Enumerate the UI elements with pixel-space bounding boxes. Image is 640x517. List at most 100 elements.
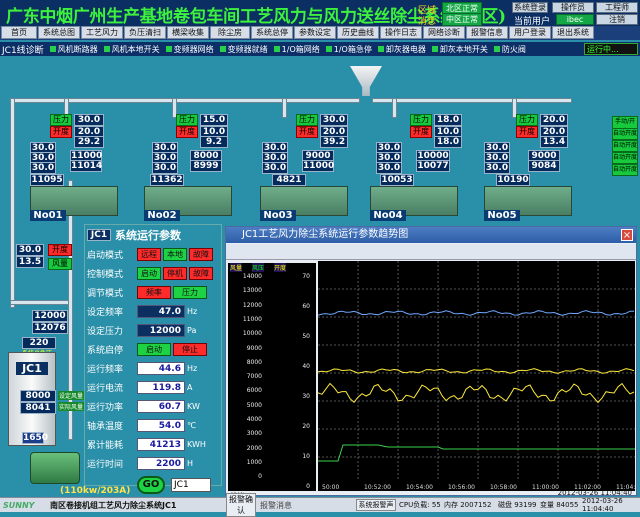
logout-button[interactable]: 注销	[596, 14, 638, 25]
legend-item: 风机断路器	[49, 44, 98, 55]
r-tick-label: 50	[302, 333, 310, 340]
y-tick-label: 9000	[246, 344, 262, 352]
status-indicator-icon	[377, 46, 384, 52]
set-pressure-input[interactable]: 12000	[137, 323, 185, 337]
x-tick-label: 10:56:00	[448, 484, 475, 491]
pressure-tag: 压力	[296, 114, 318, 126]
flow-total: 10053	[380, 174, 414, 186]
menu-home[interactable]: 首页	[1, 26, 37, 39]
line-select[interactable]: JC1	[171, 478, 211, 492]
set-freq-input[interactable]: 47.0	[137, 304, 185, 318]
menu-network[interactable]: 网络诊断	[423, 26, 465, 39]
pressure-mode-button[interactable]: 压力	[173, 285, 207, 299]
menu-process-wind[interactable]: 工艺风力	[81, 26, 123, 39]
mode-button[interactable]: 自动开度	[612, 152, 638, 164]
menu-overview[interactable]: 系统总图	[38, 26, 80, 39]
system-params-panel: JC1 系统运行参数 启动模式 远程 本地 故障 控制模式 启动 停机 故障 调…	[84, 224, 222, 494]
opening-tag: 开度	[296, 126, 318, 138]
system-stop-button[interactable]: 停止	[173, 342, 207, 356]
local-button[interactable]: 本地	[163, 247, 187, 261]
trend-window: JC1工艺风力除尘系统运行参数趋势图 × 风量 风压 开度 14000 13000…	[225, 226, 637, 500]
set-pressure-label: 设定压力	[87, 326, 124, 337]
series-line	[318, 382, 635, 404]
menu-bar: 首页 系统总图 工艺风力 负压清扫 横梁收集 除尘房 系统总停 参数设定 历史曲…	[0, 26, 640, 40]
return-duct	[10, 98, 15, 308]
start-button[interactable]: 启动	[137, 266, 161, 280]
r-tick-label: 20	[302, 423, 310, 430]
pressure-setpoint[interactable]: 15.0	[200, 114, 228, 126]
pressure-setpoint[interactable]: 30.0	[320, 114, 348, 126]
alarm-ack-button[interactable]: 报警确认	[226, 493, 256, 517]
adjust-mode-label: 调节模式	[87, 288, 124, 299]
menu-param-set[interactable]: 参数设定	[294, 26, 336, 39]
pressure-setpoint[interactable]: 30.0	[74, 114, 104, 126]
freq-value: 30.0	[30, 162, 56, 174]
close-icon[interactable]: ×	[621, 229, 633, 241]
legend-item: 风机本地开关	[103, 44, 160, 55]
mode-button[interactable]: 自动开度	[612, 164, 638, 176]
run-status-button[interactable]: 运行中...	[584, 43, 638, 55]
y-tick-label: 1000	[246, 458, 262, 466]
menu-exit[interactable]: 退出系统	[552, 26, 594, 39]
menu-negative-clean[interactable]: 负压清扫	[124, 26, 166, 39]
y-tick-label: 10000	[242, 330, 262, 338]
status-indicator-icon	[219, 46, 226, 52]
flow-actual: 8041	[20, 402, 56, 414]
param-value: 54.0	[137, 418, 185, 432]
flow-total: 11362	[150, 174, 184, 186]
flow-total: 11095	[30, 174, 64, 186]
clock: 2012-03-26 11:04:40	[582, 497, 623, 513]
pressure-setpoint[interactable]: 20.0	[540, 114, 568, 126]
frequency-mode-button[interactable]: 频率	[137, 285, 171, 299]
param-label: 运行频率	[87, 364, 124, 375]
system-login-button[interactable]: 系统登录	[512, 2, 548, 13]
param-unit: KW	[187, 401, 200, 411]
y-tick-label: 7000	[246, 373, 262, 381]
legend-item: 1/O箱网络	[273, 44, 320, 55]
remote-button[interactable]: 远程	[137, 247, 161, 261]
stop-button[interactable]: 停机	[163, 266, 187, 280]
menu-oplog[interactable]: 操作日志	[380, 26, 422, 39]
start-mode-label: 启动模式	[87, 250, 124, 261]
menu-user-login[interactable]: 用户登录	[509, 26, 551, 39]
flow-setpoint[interactable]: 12000	[32, 310, 68, 322]
branch-duct	[282, 98, 287, 118]
flow-setpoint[interactable]: 8000	[20, 390, 56, 402]
system-start-button[interactable]: 启动	[137, 342, 171, 356]
series-tab[interactable]: 风压	[252, 263, 265, 272]
menu-dust-room[interactable]: 除尘房	[210, 26, 250, 39]
control-mode-label: 控制模式	[87, 269, 124, 280]
menu-system-stop[interactable]: 系统总停	[251, 26, 293, 39]
left-open-value: 13.5	[16, 256, 44, 268]
pressure-setpoint[interactable]: 18.0	[434, 114, 462, 126]
param-value: 119.8	[137, 380, 185, 394]
unit-label: No05	[484, 210, 520, 221]
go-button[interactable]: GO	[137, 476, 165, 494]
alarm-sound-button[interactable]: 系统报警声	[356, 499, 396, 511]
series-tab[interactable]: 风量	[230, 263, 243, 272]
r-tick-label: 70	[302, 273, 310, 280]
flow-total: 10190	[496, 174, 530, 186]
menu-history[interactable]: 历史曲线	[337, 26, 379, 39]
param-label: 轴承温度	[87, 421, 124, 432]
series-tab[interactable]: 开度	[274, 263, 287, 272]
param-value: 60.7	[137, 399, 185, 413]
series-line	[318, 310, 634, 316]
engineer-button[interactable]: 工程师	[596, 2, 638, 13]
left-freq-value: 30.0	[16, 244, 44, 256]
pressure-actual: 9.2	[200, 136, 228, 148]
unit-no01: 压力 30.0 开度 20.0 29.2 30.0 30.0 30.0 1100…	[22, 98, 122, 223]
operator-button[interactable]: 操作员	[552, 2, 594, 13]
pressure-tag: 压力	[176, 114, 198, 126]
mode-button[interactable]: 自动开度	[612, 140, 638, 152]
right-axis-ticks: 70 60 50 40 30 20 10 0	[280, 273, 310, 490]
mode-button[interactable]: 自动开度	[612, 128, 638, 140]
unit-label: No03	[260, 210, 296, 221]
pressure-unit: Pa	[187, 325, 197, 335]
menu-beam-collect[interactable]: 横梁收集	[167, 26, 209, 39]
x-tick-label: 10:54:00	[406, 484, 433, 491]
param-unit: H	[187, 458, 194, 468]
menu-alarm[interactable]: 报警信息	[466, 26, 508, 39]
flow-actual: 11000	[302, 160, 335, 172]
trend-toolbar	[226, 244, 636, 260]
